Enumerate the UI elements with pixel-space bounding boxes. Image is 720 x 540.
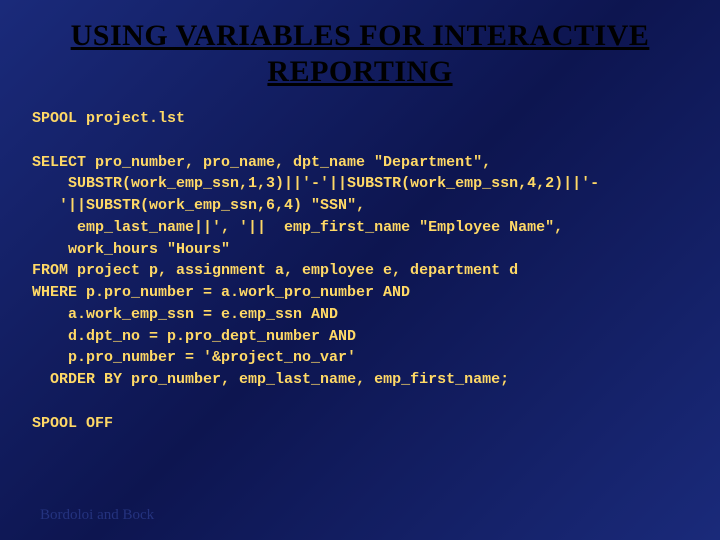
footer-credit: Bordoloi and Bock <box>40 507 154 524</box>
slide-title: USING VARIABLES FOR INTERACTIVE REPORTIN… <box>32 18 688 90</box>
sql-code-block: SPOOL project.lst SELECT pro_number, pro… <box>32 108 688 434</box>
